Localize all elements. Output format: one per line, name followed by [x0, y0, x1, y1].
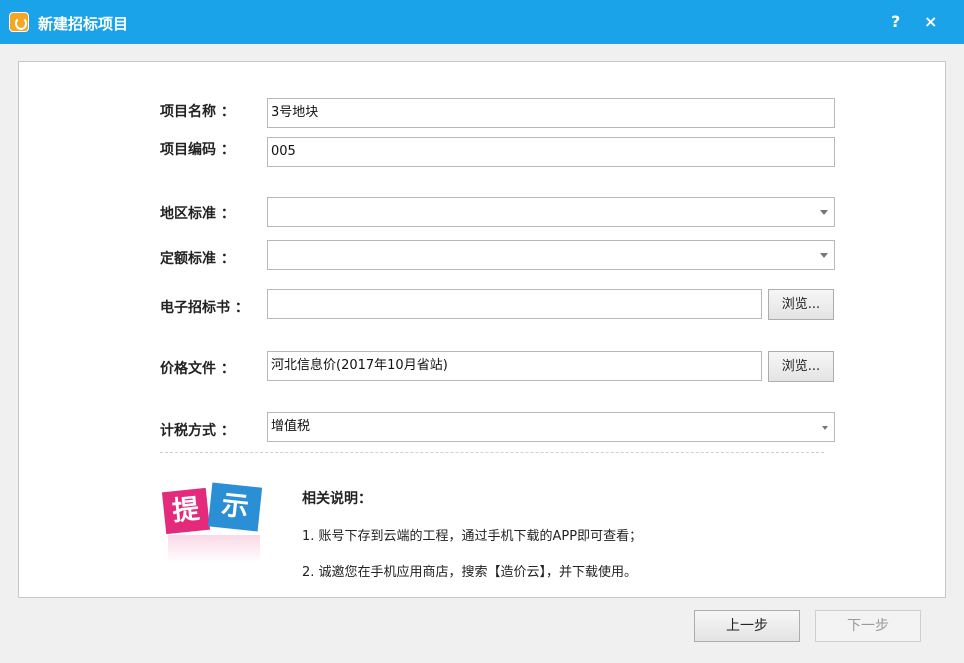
- project-code-input[interactable]: 005: [267, 137, 835, 167]
- tip-logo: 提 示: [161, 482, 268, 575]
- tip-logo-char-1: 提: [161, 487, 211, 535]
- previous-step-button[interactable]: 上一步: [694, 610, 800, 642]
- price-file-label: 价格文件 ：: [160, 361, 235, 377]
- price-file-browse-button[interactable]: 浏览...: [768, 351, 834, 382]
- quota-standard-select[interactable]: [267, 240, 835, 270]
- tip-logo-reflection: [168, 535, 260, 563]
- tender-doc-input[interactable]: [267, 289, 762, 319]
- tip-logo-char-2: 示: [207, 482, 263, 532]
- help-button[interactable]: ?: [891, 12, 900, 31]
- tender-doc-label: 电子招标书 ：: [160, 300, 249, 316]
- app-icon: [9, 12, 29, 32]
- region-standard-select[interactable]: [267, 197, 835, 227]
- close-button[interactable]: ×: [924, 12, 937, 31]
- quota-standard-label: 定额标准 ：: [160, 251, 235, 267]
- notes-title: 相关说明：: [302, 491, 372, 507]
- note-item-2: 2. 诚邀您在手机应用商店，搜索【造价云】，并下载使用。: [302, 565, 638, 580]
- note-item-1: 1. 账号下存到云端的工程，通过手机下载的APP即可查看；: [302, 529, 643, 544]
- section-divider: [160, 452, 824, 453]
- project-code-label: 项目编码 ：: [160, 142, 235, 158]
- price-file-input[interactable]: 河北信息价(2017年10月省站): [267, 351, 762, 381]
- project-name-input[interactable]: 3号地块: [267, 98, 835, 128]
- region-standard-label: 地区标准 ：: [160, 206, 235, 222]
- title-bar: 新建招标项目 ? ×: [0, 0, 964, 44]
- tender-doc-browse-button[interactable]: 浏览...: [768, 289, 834, 320]
- project-name-label: 项目名称 ：: [160, 104, 235, 120]
- next-step-button[interactable]: 下一步: [815, 610, 921, 642]
- tax-method-select[interactable]: 增值税: [267, 412, 835, 442]
- window-title: 新建招标项目: [38, 15, 129, 33]
- tax-method-label: 计税方式 ：: [160, 423, 235, 439]
